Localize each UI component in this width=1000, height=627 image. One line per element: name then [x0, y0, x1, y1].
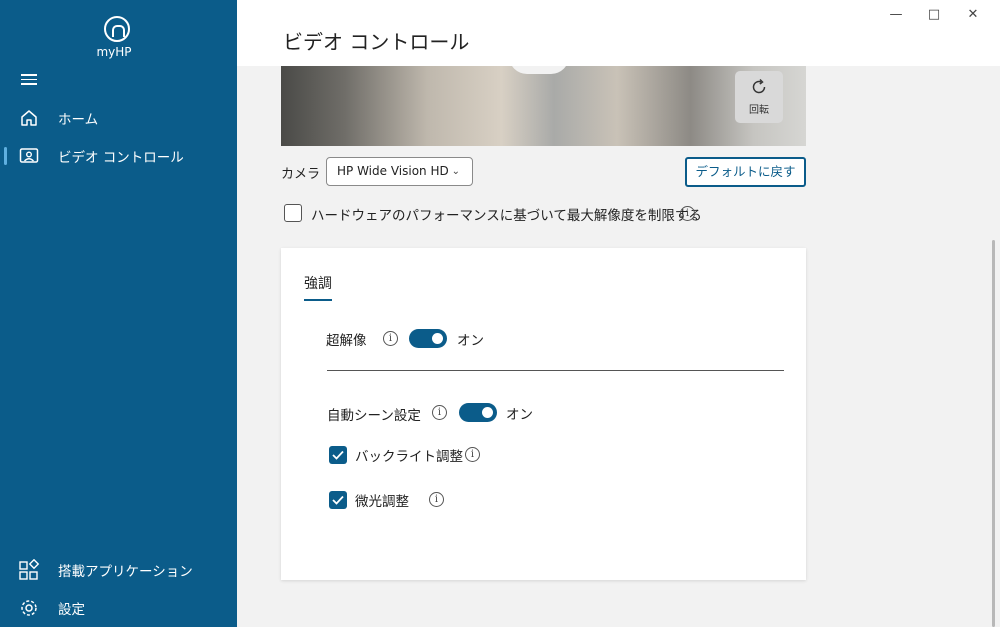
sidebar-item-apps[interactable]: 搭載アプリケーション: [0, 553, 237, 587]
gear-icon: [18, 597, 40, 619]
sidebar-item-label: ビデオ コントロール: [58, 150, 184, 166]
reset-default-button[interactable]: デフォルトに戻す: [685, 157, 806, 187]
hardware-limit-checkbox[interactable]: [284, 204, 302, 222]
info-icon[interactable]: i: [680, 206, 695, 221]
close-icon[interactable]: ✕: [961, 6, 985, 24]
info-icon[interactable]: i: [432, 405, 447, 420]
app-logo: myHP: [96, 16, 137, 59]
sidebar: myHP ホーム ビデオ コントロール 搭載アプリケーション 設定: [0, 0, 237, 627]
camera-preview: [281, 66, 806, 146]
auto-scene-label: 自動シーン設定: [327, 408, 421, 424]
active-indicator: [4, 147, 7, 165]
minimize-icon[interactable]: —: [884, 6, 908, 24]
home-icon: [18, 107, 40, 129]
video-control-icon: [18, 145, 40, 167]
super-resolution-label: 超解像: [326, 333, 367, 349]
super-resolution-toggle[interactable]: [409, 329, 447, 348]
lowlight-label: 微光調整: [355, 494, 409, 510]
preview-mask-shape: [509, 66, 569, 74]
backlight-label: バックライト調整: [355, 449, 463, 465]
backlight-checkbox[interactable]: [329, 446, 347, 464]
maximize-icon[interactable]: □: [922, 6, 946, 24]
auto-scene-state: オン: [506, 407, 533, 423]
sidebar-item-label: 設定: [58, 602, 85, 618]
hamburger-menu-icon[interactable]: [21, 74, 37, 85]
camera-select-value: HP Wide Vision HD: [337, 164, 449, 178]
page-header: ビデオ コントロール — □ ✕: [237, 0, 1000, 66]
hp-logo-icon: [104, 16, 130, 42]
page-title: ビデオ コントロール: [283, 30, 470, 54]
enhance-card: 強調 超解像 i オン 自動シーン設定 i オン バックライト調整 i 微光調整…: [281, 248, 806, 580]
apps-icon: [18, 559, 40, 581]
tab-enhance[interactable]: 強調: [304, 273, 332, 301]
hardware-limit-label: ハードウェアのパフォーマンスに基づいて最大解像度を制限する: [311, 208, 702, 224]
rotate-label: 回転: [749, 105, 769, 116]
sidebar-item-video-control[interactable]: ビデオ コントロール: [0, 139, 237, 173]
camera-select[interactable]: HP Wide Vision HD ⌄: [326, 157, 473, 186]
checkmark-icon: [332, 495, 344, 505]
info-icon[interactable]: i: [465, 447, 480, 462]
rotate-button[interactable]: 回転: [735, 71, 783, 123]
divider: [327, 370, 784, 371]
sidebar-item-home[interactable]: ホーム: [0, 101, 237, 135]
chevron-down-icon: ⌄: [451, 166, 460, 177]
info-icon[interactable]: i: [429, 492, 444, 507]
camera-label: カメラ: [281, 167, 321, 182]
lowlight-checkbox[interactable]: [329, 491, 347, 509]
sidebar-item-label: 搭載アプリケーション: [58, 564, 193, 580]
rotate-icon: [735, 78, 783, 98]
super-resolution-state: オン: [457, 333, 484, 349]
checkmark-icon: [332, 450, 344, 460]
sidebar-item-label: ホーム: [58, 112, 99, 128]
app-name: myHP: [96, 45, 132, 59]
sidebar-item-settings[interactable]: 設定: [0, 591, 237, 625]
auto-scene-toggle[interactable]: [459, 403, 497, 422]
info-icon[interactable]: i: [383, 331, 398, 346]
scrollbar[interactable]: [992, 240, 995, 627]
